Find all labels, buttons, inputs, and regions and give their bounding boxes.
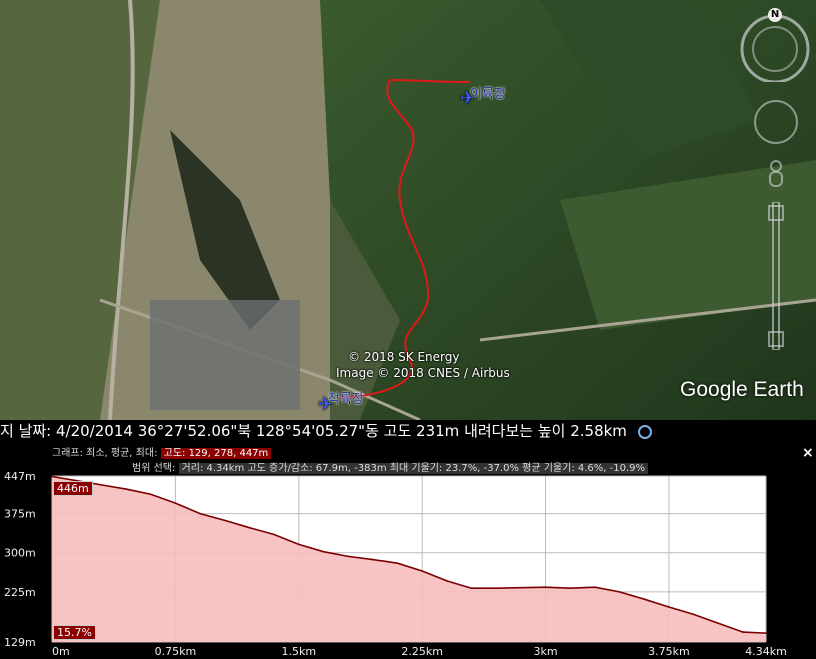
elevation-point [396, 562, 399, 564]
y-tick-label: 225m [4, 586, 36, 599]
ground-elevation: 고도 231m [383, 422, 460, 440]
google-earth-logo: Google Earth [680, 378, 804, 401]
cursor-coordinates: 36°27'52.06"북 128°54'05.27"동 [137, 422, 379, 440]
zoom-slider-icon [768, 201, 784, 351]
elevation-point [470, 587, 473, 590]
north-indicator[interactable]: N [768, 8, 782, 22]
elevation-point [273, 533, 275, 536]
elevation-point [372, 558, 374, 561]
elevation-point [174, 502, 177, 504]
street-view-pegman[interactable] [766, 160, 786, 190]
elevation-point [618, 591, 621, 593]
elevation-point [248, 526, 251, 529]
cursor-elevation-tag: 446m [53, 481, 93, 496]
airplane-icon[interactable]: ✈ [318, 394, 333, 415]
elevation-point [717, 622, 720, 625]
elevation-point [347, 555, 349, 558]
elevation-point [742, 631, 744, 633]
map-view[interactable]: 이륙장 ✈ 착륙장 ✈ © 2018 SK Energy Image © 201… [0, 0, 816, 420]
imagery-date: 지 날짜: 4/20/2014 [0, 422, 133, 440]
x-tick-label: 3km [534, 645, 558, 658]
elevation-point [765, 632, 767, 634]
x-tick-label: 2.25km [401, 645, 443, 658]
elevation-point [594, 586, 596, 588]
airplane-icon[interactable]: ✈ [460, 88, 475, 109]
elevation-point [446, 580, 448, 582]
copyright-line-1: © 2018 SK Energy [348, 350, 460, 364]
cursor-grade-tag: 15.7% [53, 625, 96, 640]
x-tick-label: 3.75km [648, 645, 690, 658]
y-tick-label: 447m [4, 470, 36, 483]
elevation-point [223, 519, 226, 522]
elevation-profile-panel[interactable]: 그래프: 최소, 평균, 최대: 고도: 129, 278, 447m 범위 선… [0, 442, 816, 659]
y-tick-label: 375m [4, 508, 36, 521]
elevation-point [149, 493, 152, 496]
elevation-point [421, 570, 423, 572]
elevation-point [100, 484, 103, 486]
elevation-point [569, 587, 572, 590]
elevation-point [199, 512, 201, 515]
y-tick-label: 129m [4, 636, 36, 649]
x-tick-label: 4.34km [745, 645, 787, 658]
elevation-point [322, 550, 325, 553]
elevation-point [668, 606, 670, 608]
elevation-point [544, 586, 547, 588]
elevation-point [125, 488, 127, 490]
takeoff-label[interactable]: 이륙장 [470, 83, 506, 102]
pegman-icon [769, 160, 783, 187]
elevation-point [297, 543, 300, 546]
joystick-icon [754, 100, 798, 144]
x-tick-label: 0.75km [155, 645, 197, 658]
eye-altitude: 내려다보는 높이 2.58km [464, 422, 627, 440]
x-tick-label: 0m [52, 645, 70, 658]
elevation-point [51, 475, 53, 478]
elevation-point [692, 613, 695, 616]
streaming-indicator-icon [637, 424, 652, 439]
zoom-slider[interactable] [766, 201, 786, 351]
copyright-line-2: Image © 2018 CNES / Airbus [336, 366, 510, 380]
elevation-point [520, 586, 522, 589]
y-tick-label: 300m [4, 547, 36, 560]
elevation-point [495, 587, 497, 590]
status-bar: 지 날짜: 4/20/2014 36°27'52.06"북 128°54'05.… [0, 420, 816, 442]
compass-control[interactable]: N [738, 8, 812, 84]
landing-label[interactable]: 착륙장 [328, 388, 364, 407]
look-joystick[interactable] [752, 98, 800, 146]
elevation-point [643, 598, 646, 600]
elevation-chart[interactable]: 447m 375m 300m 225m 129m 0m 0.75km 1.5km 2.25km 3… [0, 442, 816, 659]
x-tick-label: 1.5km [281, 645, 316, 658]
